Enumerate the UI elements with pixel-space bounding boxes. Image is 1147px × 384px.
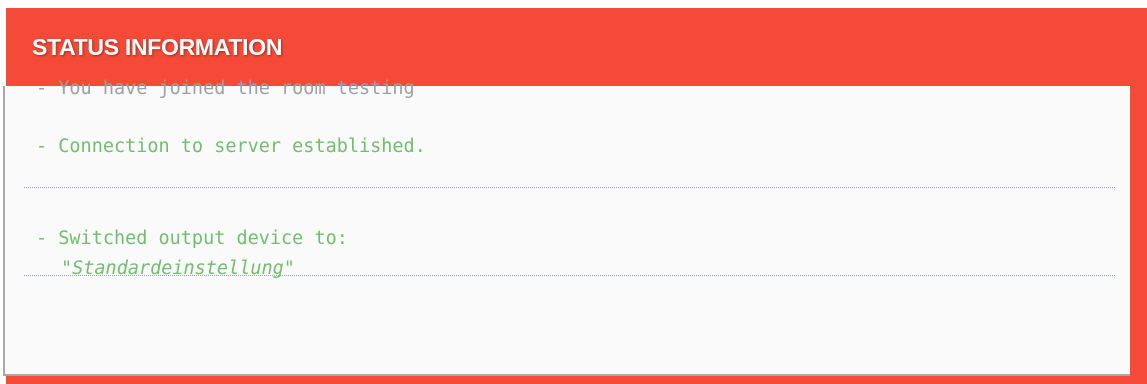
status-message-room-joined: - You have joined the room testing [36,78,415,99]
status-message-output-device: - Switched output device to: "Standardei… [36,224,348,284]
panel-title: STATUS INFORMATION [32,34,283,60]
status-message-output-device-text: - Switched output device to: [36,228,348,249]
status-window: STATUS INFORMATION - You have joined the… [0,0,1147,384]
status-message-connection: - Connection to server established. [36,136,426,157]
message-divider [24,187,1115,188]
output-device-name: "Standardeinstellung" [61,258,295,279]
